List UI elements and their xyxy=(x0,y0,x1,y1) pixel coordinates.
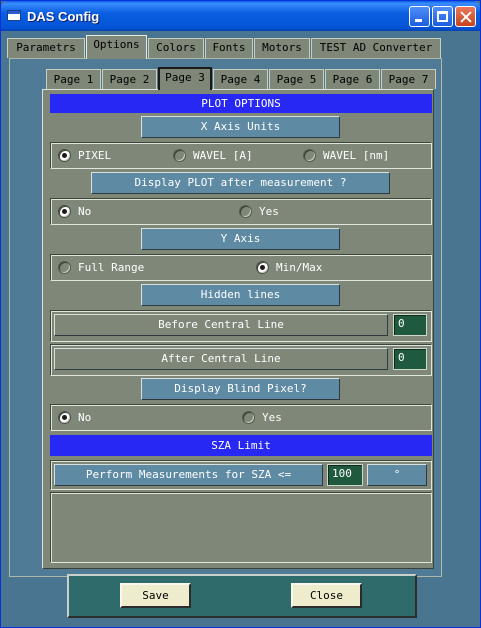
display-plot-label: Display PLOT after measurement ? xyxy=(91,172,390,194)
tab-motors[interactable]: Motors xyxy=(254,38,310,58)
radio-wavel-a-label: WAVEL [A] xyxy=(193,149,253,162)
plot-options-banner: PLOT OPTIONS xyxy=(50,94,432,113)
tab-colors[interactable]: Colors xyxy=(148,38,204,58)
blind-pixel-group xyxy=(50,404,432,431)
radio-full-range-label: Full Range xyxy=(78,261,145,274)
radio-unselected-icon xyxy=(173,149,186,162)
radio-unselected-icon xyxy=(303,149,316,162)
sza-limit-banner: SZA Limit xyxy=(50,435,432,456)
before-central-line-input[interactable]: 0 xyxy=(393,314,427,336)
radio-selected-icon xyxy=(58,205,71,218)
radio-blind-pixel-no-label: No xyxy=(78,411,92,424)
save-button[interactable]: Save xyxy=(120,583,191,608)
radio-min-max-label: Min/Max xyxy=(276,261,323,274)
close-button[interactable]: Close xyxy=(291,583,362,608)
radio-display-plot-no-label: No xyxy=(78,205,92,218)
window: DAS Config Parametrs Options Colors Font… xyxy=(0,0,481,628)
before-central-line-label: Before Central Line xyxy=(54,314,388,336)
tab-test-ad-converter[interactable]: TEST AD Converter xyxy=(311,38,441,58)
tab-page-3[interactable]: Page 3 xyxy=(158,67,212,90)
radio-selected-icon xyxy=(58,411,71,424)
tab-page-5[interactable]: Page 5 xyxy=(269,69,324,89)
tab-page-1[interactable]: Page 1 xyxy=(46,69,101,89)
radio-unselected-icon xyxy=(58,261,71,274)
tab-page-2[interactable]: Page 2 xyxy=(102,69,157,89)
radio-pixel-label: PIXEL xyxy=(78,149,112,162)
after-central-line-label: After Central Line xyxy=(54,348,388,370)
close-icon[interactable] xyxy=(455,6,476,27)
tab-fonts[interactable]: Fonts xyxy=(205,38,253,58)
y-axis-label: Y Axis xyxy=(141,228,340,250)
sza-degree-unit: ° xyxy=(367,464,427,486)
radio-unselected-icon xyxy=(242,411,255,424)
radio-wavel-nm-label: WAVEL [nm] xyxy=(323,149,390,162)
tab-page-6[interactable]: Page 6 xyxy=(325,69,380,89)
title-bar[interactable]: DAS Config xyxy=(1,1,480,31)
tab-options[interactable]: Options xyxy=(86,35,147,59)
maximize-icon[interactable] xyxy=(432,6,453,27)
hidden-lines-label: Hidden lines xyxy=(141,284,340,306)
radio-blind-pixel-yes-label: Yes xyxy=(262,411,282,424)
sza-measurement-label: Perform Measurements for SZA <= xyxy=(54,464,323,486)
display-blind-pixel-label: Display Blind Pixel? xyxy=(141,378,340,400)
tab-page-7[interactable]: Page 7 xyxy=(381,69,436,89)
tab-page-4[interactable]: Page 4 xyxy=(213,69,268,89)
radio-selected-icon xyxy=(58,149,71,162)
radio-display-plot-yes-label: Yes xyxy=(259,205,279,218)
sza-limit-input[interactable]: 100 xyxy=(327,464,363,486)
minimize-icon[interactable] xyxy=(409,6,430,27)
x-axis-units-label: X Axis Units xyxy=(141,116,340,138)
after-central-line-input[interactable]: 0 xyxy=(393,348,427,370)
tab-parametrs[interactable]: Parametrs xyxy=(7,38,85,58)
window-title: DAS Config xyxy=(27,9,100,24)
app-window-icon xyxy=(7,10,21,21)
empty-group xyxy=(50,492,432,563)
radio-selected-icon xyxy=(256,261,269,274)
radio-unselected-icon xyxy=(239,205,252,218)
